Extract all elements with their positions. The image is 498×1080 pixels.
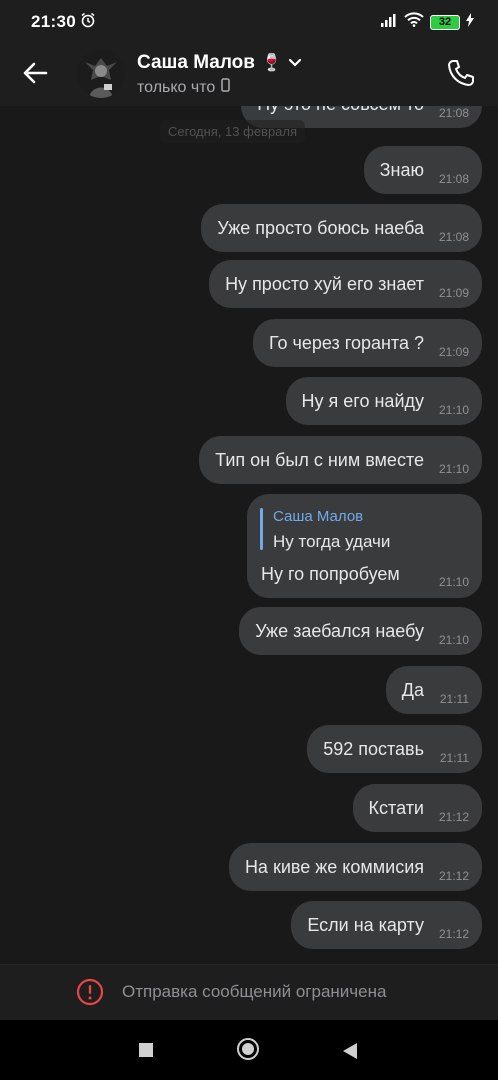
message-bubble[interactable]: Да 21:11 bbox=[385, 666, 482, 714]
message-text: Знаю bbox=[379, 159, 424, 180]
message-time: 21:08 bbox=[438, 106, 469, 120]
recents-icon[interactable] bbox=[139, 1043, 153, 1057]
wifi-icon bbox=[404, 12, 424, 32]
message-text: Кстати bbox=[368, 797, 424, 818]
chevron-down-icon[interactable] bbox=[288, 52, 302, 74]
message-time: 21:10 bbox=[438, 633, 469, 647]
message-text: Ну го попробуем bbox=[261, 564, 400, 584]
message-time: 21:11 bbox=[439, 692, 469, 706]
message-text: На киве же коммисия bbox=[244, 856, 424, 877]
nav-back-icon[interactable] bbox=[342, 1042, 358, 1065]
battery-icon: 32 bbox=[430, 14, 460, 30]
reply-message-bubble[interactable]: Саша Малов Ну тогда удачи Ну го попробуе… bbox=[247, 494, 482, 598]
message-text: Ну я его найду bbox=[301, 390, 424, 411]
status-bar: 21:30 32 bbox=[0, 0, 498, 44]
wine-glass-emoji: 🍷 bbox=[260, 53, 283, 72]
message-text: Уже заебался наебу bbox=[255, 620, 424, 641]
home-icon[interactable] bbox=[237, 1038, 259, 1060]
message-bubble[interactable]: 592 поставь 21:11 bbox=[307, 725, 482, 773]
message-time: 21:12 bbox=[438, 927, 469, 941]
avatar[interactable] bbox=[77, 50, 125, 98]
sending-restricted-notice: Отправка сообщений ограничена bbox=[0, 964, 498, 1021]
alarm-icon bbox=[80, 12, 96, 33]
message-time: 21:12 bbox=[438, 869, 469, 883]
message-time: 21:11 bbox=[439, 751, 469, 765]
message-time: 21:08 bbox=[438, 172, 469, 186]
message-time: 21:09 bbox=[438, 286, 469, 300]
message-bubble[interactable]: Знаю 21:08 bbox=[363, 146, 482, 194]
message-time: 21:09 bbox=[438, 345, 469, 359]
message-bubble[interactable]: Ну я его найду 21:10 bbox=[285, 377, 482, 425]
message-bubble[interactable]: Ну просто хуй его знает 21:09 bbox=[209, 260, 482, 308]
message-text: Да bbox=[401, 679, 424, 700]
contact-name[interactable]: Саша Малов 🍷 bbox=[137, 52, 302, 74]
message-text: Ну просто хуй его знает bbox=[225, 273, 424, 294]
quoted-author[interactable]: Саша Малов bbox=[273, 508, 363, 525]
online-status-text: только что bbox=[137, 78, 216, 96]
message-time: 21:12 bbox=[438, 810, 469, 824]
message-bubble[interactable]: Уже заебался наебу 21:10 bbox=[239, 607, 482, 655]
message-bubble[interactable]: Го через горанта ? 21:09 bbox=[252, 319, 482, 367]
message-text: Го через горанта ? bbox=[268, 332, 424, 353]
message-bubble[interactable]: Если на карту 21:12 bbox=[291, 901, 482, 949]
signal-icon bbox=[380, 13, 398, 32]
message-text: Если на карту bbox=[307, 914, 424, 935]
charging-icon bbox=[466, 12, 474, 32]
message-text: 592 поставь bbox=[323, 738, 424, 759]
message-time: 21:10 bbox=[438, 575, 469, 589]
chat-header: Саша Малов 🍷 только что bbox=[0, 44, 498, 106]
contact-name-text: Саша Малов bbox=[137, 52, 255, 73]
message-time: 21:08 bbox=[438, 230, 469, 244]
message-list[interactable]: Ну это не совсем то 21:08 Сегодня, 13 фе… bbox=[0, 106, 498, 964]
system-nav-bar bbox=[0, 1020, 498, 1080]
status-time: 21:30 bbox=[31, 12, 76, 31]
message-bubble[interactable]: На киве же коммисия 21:12 bbox=[228, 843, 482, 891]
phone-call-icon[interactable] bbox=[446, 58, 476, 93]
message-bubble[interactable]: Уже просто боюсь наеба 21:08 bbox=[201, 204, 482, 252]
quote-bar bbox=[260, 508, 263, 550]
message-bubble[interactable]: Тип он был с ним вместе 21:10 bbox=[199, 436, 482, 484]
quoted-text[interactable]: Ну тогда удачи bbox=[273, 532, 390, 552]
date-separator: Сегодня, 13 февраля bbox=[160, 120, 306, 143]
message-time: 21:10 bbox=[438, 403, 469, 417]
message-text: Тип он был с ним вместе bbox=[215, 449, 424, 470]
message-text: Уже просто боюсь наеба bbox=[217, 217, 424, 238]
back-arrow-icon[interactable] bbox=[22, 60, 48, 91]
message-text: Ну это не совсем то bbox=[257, 106, 424, 115]
notice-text: Отправка сообщений ограничена bbox=[122, 982, 387, 1001]
mobile-phone-icon bbox=[221, 78, 231, 97]
message-time: 21:10 bbox=[438, 462, 469, 476]
warning-icon bbox=[76, 978, 104, 1011]
online-status: только что bbox=[137, 78, 231, 97]
message-bubble[interactable]: Кстати 21:12 bbox=[352, 784, 482, 832]
